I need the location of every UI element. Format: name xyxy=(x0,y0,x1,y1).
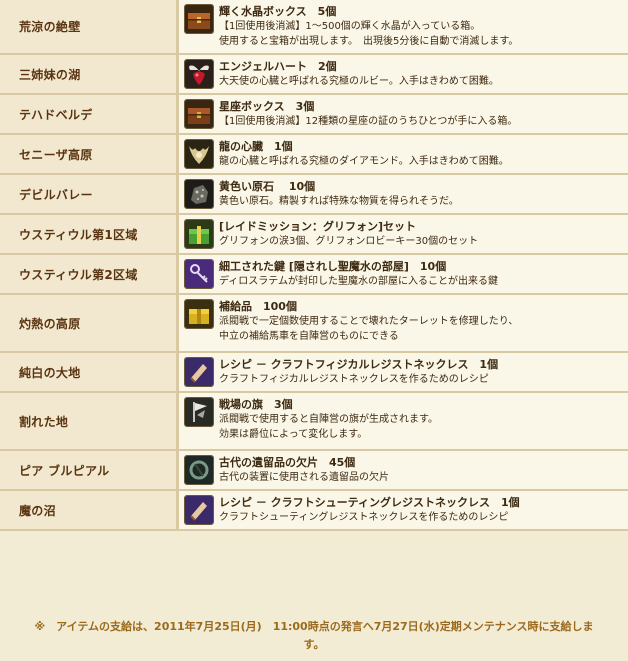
location-cell: デビルバレー xyxy=(0,175,179,215)
distribution-footnote: ※ アイテムの支給は、2011年7月25日(月) 11:00時点の発言へ7月27… xyxy=(0,618,628,661)
item-cell: 黄色い原石 10個 黄色い原石。精製すれば特殊な物質を得られそうだ。 xyxy=(179,175,628,215)
supply-box-icon xyxy=(184,299,214,329)
table-row: セニーザ高原 龍の心臓 1個 龍の心臓と呼ばれる究極のダイアモンド。入手はきわめ… xyxy=(0,135,628,175)
item-cell: 星座ボックス 3個 【1回使用後消滅】12種類の星座の証のうちひとつが手に入る箱… xyxy=(179,95,628,135)
item-cell: 龍の心臓 1個 龍の心臓と呼ばれる究極のダイアモンド。入手はきわめて困難。 xyxy=(179,135,628,175)
item-description: 【1回使用後消滅】1～500個の輝く水晶が入っている箱。 xyxy=(219,21,481,32)
item-description: 使用すると宝箱が出現します。 出現後5分後に自動で消滅します。 xyxy=(219,36,519,47)
location-cell: ピア ブルピアル xyxy=(0,451,179,491)
recipe-scroll-icon xyxy=(184,495,214,525)
item-description: ディロスラテムが封印した聖魔水の部屋に入ることが出来る鍵 xyxy=(219,276,498,287)
location-name: デビルバレー xyxy=(19,187,93,202)
item-description: 派閥戦で使用すると自陣営の旗が生成されます。 xyxy=(219,414,438,425)
footnote-line: ※ アイテムの支給は、2011年7月25日(月) 11:00時点の発言へ7月27… xyxy=(34,620,594,633)
item-description: クラフトシューティングレジストネックレスを作るためのレシピ xyxy=(219,512,509,523)
item-description: クラフトフィジカルレジストネックレスを作るためのレシピ xyxy=(219,374,489,385)
table-row: 灼熱の高原 補給品 100個 派閥戦で一定個数使用することで壊れたターレットを修… xyxy=(0,295,628,353)
item-cell: [レイドミッション：グリフォン]セット グリフォンの涙3個、グリフォンロビーキー… xyxy=(179,215,628,255)
location-name: テハドベルデ xyxy=(19,107,93,122)
table-row: デビルバレー 黄色い原石 10個 黄色い原石。精製すれば特殊な物質を得られそうだ… xyxy=(0,175,628,215)
reward-table: 荒涼の絶壁 輝く水晶ボックス 5個 【1回使用後消滅】1～500個の輝く水晶が入… xyxy=(0,0,628,531)
item-cell: 輝く水晶ボックス 5個 【1回使用後消滅】1～500個の輝く水晶が入っている箱。… xyxy=(179,0,628,55)
location-cell: セニーザ高原 xyxy=(0,135,179,175)
item-name: 補給品 100個 xyxy=(219,300,297,313)
item-name: 黄色い原石 10個 xyxy=(219,180,316,193)
location-name: 割れた地 xyxy=(19,414,69,429)
location-cell: 三姉妹の湖 xyxy=(0,55,179,95)
item-description: 大天使の心臓と呼ばれる究極のルビー。入手はきわめて困難。 xyxy=(219,76,499,87)
table-row: ピア ブルピアル 古代の遺留品の欠片 45個 古代の装置に使用される遺留品の欠片 xyxy=(0,451,628,491)
location-cell: 灼熱の高原 xyxy=(0,295,179,353)
item-name: 古代の遺留品の欠片 45個 xyxy=(219,456,356,469)
item-name: 星座ボックス 3個 xyxy=(219,100,315,113)
table-row: 割れた地 戦場の旗 3個 派閥戦で使用すると自陣営の旗が生成されます。 効果は爵… xyxy=(0,393,628,451)
item-description: 【1回使用後消滅】12種類の星座の証のうちひとつが手に入る箱。 xyxy=(219,116,518,127)
item-cell: レシピ － クラフトフィジカルレジストネックレス 1個 クラフトフィジカルレジス… xyxy=(179,353,628,393)
location-name: ウスティウル第1区域 xyxy=(19,227,138,242)
item-description: 黄色い原石。精製すれば特殊な物質を得られそうだ。 xyxy=(219,196,459,207)
location-cell: ウスティウル第1区域 xyxy=(0,215,179,255)
item-description: 龍の心臓と呼ばれる究極のダイアモンド。入手はきわめて困難。 xyxy=(219,156,509,167)
location-cell: ウスティウル第2区域 xyxy=(0,255,179,295)
item-cell: レシピ － クラフトシューティングレジストネックレス 1個 クラフトシューティン… xyxy=(179,491,628,531)
item-name: 細工された鍵 [隠されし聖魔水の部屋] 10個 xyxy=(219,260,447,273)
location-name: セニーザ高原 xyxy=(19,147,93,162)
item-name: 輝く水晶ボックス 5個 xyxy=(219,5,337,18)
location-name: 荒涼の絶壁 xyxy=(19,20,81,34)
item-name: レシピ － クラフトシューティングレジストネックレス 1個 xyxy=(219,496,520,509)
dragon-heart-icon xyxy=(184,139,214,169)
table-row: 魔の沼 レシピ － クラフトシューティングレジストネックレス 1個 クラフトシュ… xyxy=(0,491,628,531)
item-cell: 補給品 100個 派閥戦で一定個数使用することで壊れたターレットを修理したり、 … xyxy=(179,295,628,353)
item-cell: 古代の遺留品の欠片 45個 古代の装置に使用される遺留品の欠片 xyxy=(179,451,628,491)
item-description: グリフォンの涙3個、グリフォンロビーキー30個のセット xyxy=(219,236,479,247)
item-description: 効果は爵位によって変化します。 xyxy=(219,429,368,440)
item-description: 派閥戦で一定個数使用することで壊れたターレットを修理したり、 xyxy=(219,316,519,327)
key-icon xyxy=(184,259,214,289)
table-row: ウスティウル第2区域 細工された鍵 [隠されし聖魔水の部屋] 10個 ディロスラ… xyxy=(0,255,628,295)
location-name: ウスティウル第2区域 xyxy=(19,267,138,282)
table-row: 純白の大地 レシピ － クラフトフィジカルレジストネックレス 1個 クラフトフィ… xyxy=(0,353,628,393)
item-description: 古代の装置に使用される遺留品の欠片 xyxy=(219,472,389,483)
location-cell: 魔の沼 xyxy=(0,491,179,531)
constellation-box-icon xyxy=(184,99,214,129)
footnote-line: す。 xyxy=(303,638,325,651)
location-cell: 割れた地 xyxy=(0,393,179,451)
item-name: 龍の心臓 1個 xyxy=(219,140,293,153)
item-name: レシピ － クラフトフィジカルレジストネックレス 1個 xyxy=(219,358,499,371)
location-name: ピア ブルピアル xyxy=(19,463,110,478)
location-name: 灼熱の高原 xyxy=(19,316,81,331)
table-row: ウスティウル第1区域 [レイドミッション：グリフォン]セット グリフォンの涙3個… xyxy=(0,215,628,255)
gift-box-icon xyxy=(184,219,214,249)
location-name: 純白の大地 xyxy=(19,365,81,380)
yellow-ore-icon xyxy=(184,179,214,209)
item-cell: エンジェルハート 2個 大天使の心臓と呼ばれる究極のルビー。入手はきわめて困難。 xyxy=(179,55,628,95)
item-description: 中立の補給馬車を自陣営のものにできる xyxy=(219,331,399,342)
location-cell: 純白の大地 xyxy=(0,353,179,393)
table-row: 三姉妹の湖 エンジェルハート 2個 大天使の心臓と呼ばれる究極のルビー。入手はき… xyxy=(0,55,628,95)
item-name: エンジェルハート 2個 xyxy=(219,60,337,73)
treasure-chest-icon xyxy=(184,4,214,34)
recipe-scroll-icon xyxy=(184,357,214,387)
item-cell: 細工された鍵 [隠されし聖魔水の部屋] 10個 ディロスラテムが封印した聖魔水の… xyxy=(179,255,628,295)
relic-fragment-icon xyxy=(184,455,214,485)
location-cell: 荒涼の絶壁 xyxy=(0,0,179,55)
battle-flag-icon xyxy=(184,397,214,427)
item-name: [レイドミッション：グリフォン]セット xyxy=(219,220,417,233)
location-name: 魔の沼 xyxy=(19,503,56,518)
table-row: テハドベルデ 星座ボックス 3個 【1回使用後消滅】12種類の星座の証のうちひと… xyxy=(0,95,628,135)
item-name: 戦場の旗 3個 xyxy=(219,398,293,411)
table-row: 荒涼の絶壁 輝く水晶ボックス 5個 【1回使用後消滅】1～500個の輝く水晶が入… xyxy=(0,0,628,55)
item-cell: 戦場の旗 3個 派閥戦で使用すると自陣営の旗が生成されます。 効果は爵位によって… xyxy=(179,393,628,451)
location-name: 三姉妹の湖 xyxy=(19,67,81,82)
location-cell: テハドベルデ xyxy=(0,95,179,135)
angel-heart-icon xyxy=(184,59,214,89)
